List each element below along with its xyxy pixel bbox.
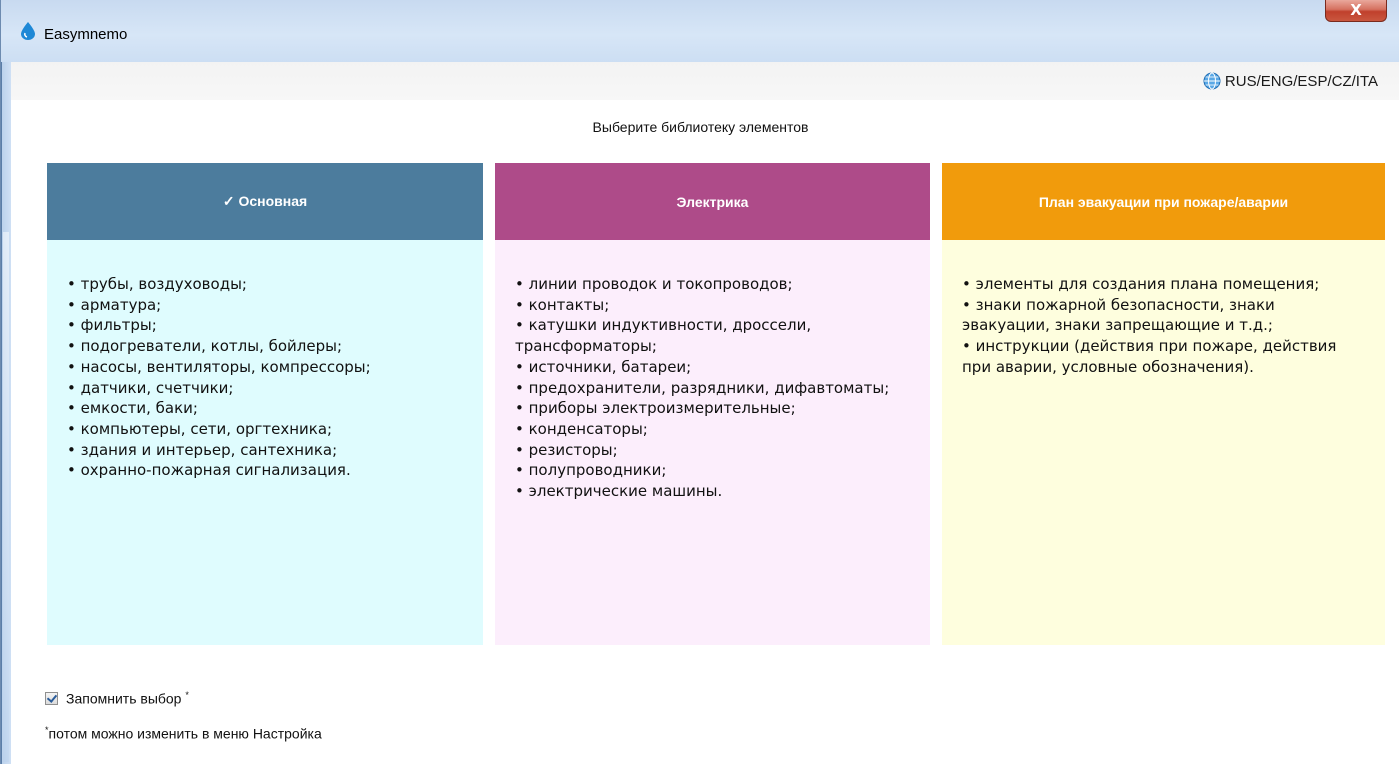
list-item: катушки индуктивности, дроссели, трансфо… [515,315,910,356]
library-card-title: Электрика [495,163,930,240]
toolbar: RUS/ENG/ESP/CZ/ITA [11,62,1399,100]
list-item: охранно-пожарная сигнализация. [67,460,463,481]
list-item: линии проводок и токопроводов; [515,274,910,295]
list-item: приборы электроизмерительные; [515,398,910,419]
remember-choice-label: Запомнить выбор * [66,690,189,707]
list-item: контакты; [515,295,910,316]
library-card-list: линии проводок и токопроводов; контакты;… [495,240,930,645]
list-item: трубы, воздуховоды; [67,274,463,295]
list-item: конденсаторы; [515,419,910,440]
library-card-electrics[interactable]: Электрика линии проводок и токопроводов;… [495,163,930,645]
list-item: подогреватели, котлы, бойлеры; [67,336,463,357]
remember-choice-checkbox[interactable] [45,691,58,705]
library-card-main[interactable]: ✓ Основная трубы, воздуховоды; арматура;… [47,163,483,645]
list-item: фильтры; [67,315,463,336]
list-item: резисторы; [515,440,910,461]
list-item: арматура; [67,295,463,316]
app-window: Easymnemo X RUS/ENG/ESP/CZ/ITA Выберите … [0,0,1399,764]
footnote-mark: * [185,690,189,700]
list-item: насосы, вентиляторы, компрессоры; [67,357,463,378]
list-item: емкости, баки; [67,398,463,419]
close-icon: X [1350,1,1362,19]
library-card-list: элементы для создания плана помещения; з… [942,240,1385,645]
list-item: знаки пожарной безопасности, знаки эваку… [962,295,1365,336]
globe-icon [1203,72,1221,90]
title-bar[interactable]: Easymnemo X [1,0,1399,62]
list-item: полупроводники; [515,460,910,481]
library-card-list: трубы, воздуховоды; арматура; фильтры; п… [47,240,483,645]
list-item: инструкции (действия при пожаре, действи… [962,336,1365,377]
list-item: элементы для создания плана помещения; [962,274,1365,295]
window-title: Easymnemo [44,26,128,43]
library-card-evacuation[interactable]: План эвакуации при пожаре/аварии элемент… [942,163,1385,645]
language-label: RUS/ENG/ESP/CZ/ITA [1224,72,1378,90]
list-item: датчики, счетчики; [67,378,463,399]
window-frame-left [1,62,11,764]
close-button[interactable]: X [1325,0,1387,22]
list-item: источники, батареи; [515,357,910,378]
language-selector[interactable]: RUS/ENG/ESP/CZ/ITA [1203,72,1378,90]
list-item: предохранители, разрядники, дифавтоматы; [515,378,910,399]
page-heading: Выберите библиотеку элементов [592,119,809,135]
list-item: компьютеры, сети, оргтехника; [67,419,463,440]
list-item: здания и интерьер, сантехника; [67,440,463,461]
library-card-title: ✓ Основная [47,163,483,240]
list-item: электрические машины. [515,481,910,502]
footnote: *потом можно изменить в меню Настройка [45,725,322,742]
water-drop-icon [21,22,35,40]
footnote-text: потом можно изменить в меню Настройка [48,725,322,742]
remember-choice-row[interactable]: Запомнить выбор * [45,690,189,707]
library-card-title: План эвакуации при пожаре/аварии [942,163,1385,240]
dialog-content: RUS/ENG/ESP/CZ/ITA Выберите библиотеку э… [11,62,1399,764]
